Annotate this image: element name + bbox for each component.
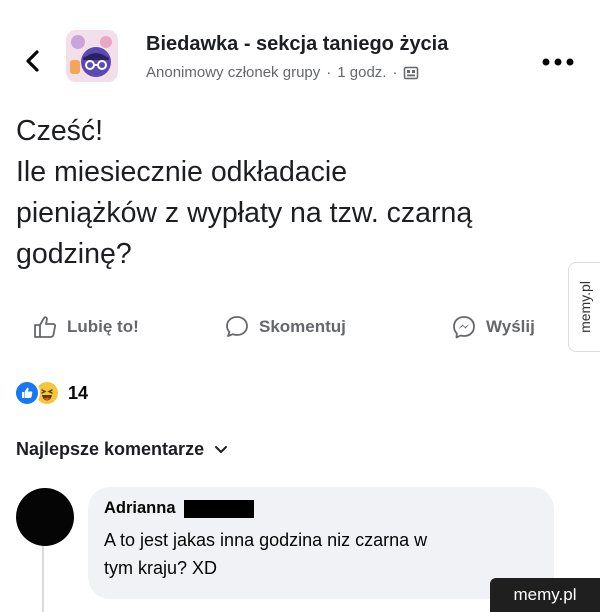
comment-icon <box>226 316 248 337</box>
group-name[interactable]: Biedawka - sekcja taniego życia <box>146 33 448 56</box>
back-arrow-icon[interactable] <box>20 48 46 74</box>
post-line: Ile miesiecznie odkładacie <box>16 156 348 188</box>
comment-line: tym kraju? XD <box>104 558 218 578</box>
redaction-bar <box>183 499 254 518</box>
commenter-avatar[interactable] <box>16 488 74 546</box>
post-line: Cześć! <box>16 115 104 147</box>
reactions-summary[interactable]: 14 <box>14 378 88 408</box>
comment-text: A to jest jakas inna godzina niz czarna … <box>104 526 538 582</box>
author-label: Anonimowy członek grupy <box>146 64 321 81</box>
meta-separator: · <box>326 64 332 81</box>
chevron-down-icon <box>215 445 228 453</box>
comment-label: Skomentuj <box>259 317 346 336</box>
watermark-corner: memy.pl <box>490 578 600 612</box>
thread-line <box>42 540 44 612</box>
like-reaction-icon <box>14 380 40 406</box>
group-avatar[interactable] <box>66 30 118 82</box>
comments-filter[interactable]: Najlepsze komentarze <box>16 439 228 460</box>
comments-filter-label: Najlepsze komentarze <box>16 439 205 459</box>
post-header: Biedawka - sekcja taniego życia Anonimow… <box>0 0 600 100</box>
more-options-icon[interactable] <box>541 56 575 68</box>
post-time[interactable]: 1 godz. <box>337 64 386 81</box>
meta-separator: · <box>392 64 398 81</box>
thumbs-up-icon <box>34 316 56 338</box>
anonymous-member-icon <box>66 30 118 82</box>
comment-button[interactable]: Skomentuj <box>224 314 346 340</box>
like-label: Lubię to! <box>67 317 139 336</box>
post-line: pieniążków z wypłaty na tzw. czarną <box>16 197 473 229</box>
comment-bubble: Adrianna A to jest jakas inna godzina ni… <box>88 487 554 599</box>
comment-author-row: Adrianna <box>104 499 538 518</box>
send-label: Wyślij <box>486 317 535 336</box>
group-audience-icon <box>404 66 419 79</box>
comment-author[interactable]: Adrianna <box>104 499 176 518</box>
reaction-count: 14 <box>68 382 89 403</box>
comment-line: A to jest jakas inna godzina niz czarna … <box>104 530 428 550</box>
watermark-corner-text: memy.pl <box>513 585 577 604</box>
post-line: godzinę? <box>16 238 132 270</box>
post-body: Cześć! Ile miesiecznie odkładacie pienią… <box>16 111 576 275</box>
post-actions: Lubię to! Skomentuj Wyślij <box>0 306 600 352</box>
messenger-icon <box>453 316 475 339</box>
post-meta: Anonimowy członek grupy · 1 godz. · <box>146 64 419 81</box>
like-button[interactable]: Lubię to! <box>32 314 139 340</box>
send-button[interactable]: Wyślij <box>451 314 535 340</box>
